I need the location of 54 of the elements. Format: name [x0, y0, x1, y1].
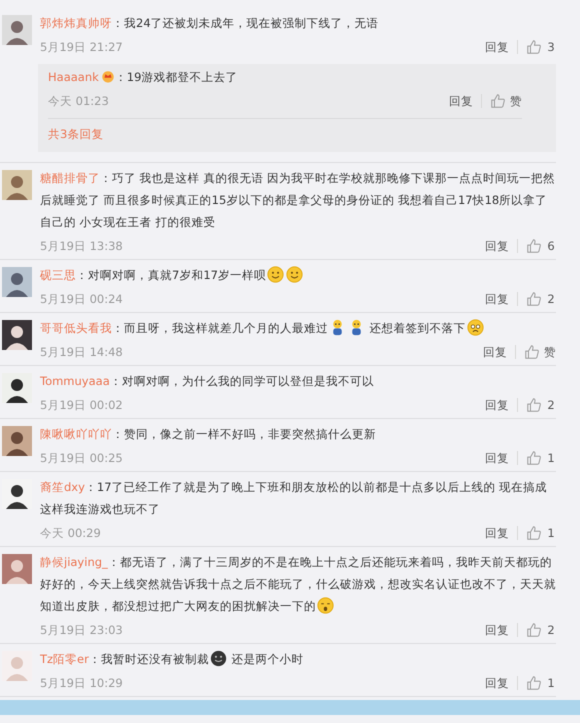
reply-button[interactable]: 回复	[485, 676, 509, 690]
comment-time: 5月19日 23:03	[40, 622, 123, 638]
comment-time: 今天 01:23	[48, 94, 109, 108]
thumbs-up-icon	[526, 450, 542, 466]
like-button[interactable]: 1	[526, 450, 556, 466]
comment-time: 5月19日 10:29	[40, 676, 123, 690]
like-button[interactable]: 3	[526, 39, 556, 55]
thumbs-up-icon	[526, 291, 542, 307]
comment-text: 裔笙dxy：17了已经工作了就是为了晚上下班和朋友放松的以前都是十点多以后上线的 现在搞成这样我连游戏也玩不了	[40, 479, 548, 518]
reply-button[interactable]: 回复	[485, 398, 509, 412]
smiley-icon	[266, 266, 284, 283]
thumbs-up-icon	[490, 93, 506, 109]
comment-time: 5月19日 00:02	[40, 398, 123, 412]
thumbs-up-icon	[526, 525, 542, 541]
comment-text: Tommuyaaa：对啊对啊，为什么我的同学可以登但是我不可以	[40, 373, 375, 390]
like-button[interactable]: 赞	[490, 93, 522, 109]
reply-button[interactable]: 回复	[485, 40, 509, 54]
comment-time: 5月19日 00:24	[40, 292, 123, 306]
worried-face-icon	[466, 319, 484, 336]
comment-text: Tz陌零er：我暂时还没有被制裁 还是两个小时	[40, 649, 305, 669]
comment-time: 今天 00:29	[40, 526, 101, 540]
reply-button[interactable]: 回复	[485, 622, 509, 638]
like-button[interactable]: 赞	[524, 344, 556, 360]
thumbs-up-icon	[524, 344, 540, 360]
thumbs-up-icon	[526, 622, 542, 638]
comment-text: 陳啾啾吖吖吖：赞同，像之前一样不好吗，非要突然搞什么更新	[40, 426, 377, 443]
like-button[interactable]: 1	[526, 675, 556, 691]
like-button[interactable]: 2	[526, 622, 556, 638]
comment-time: 5月19日 00:25	[40, 450, 123, 466]
thumbs-up-icon	[526, 39, 542, 55]
comment-text: 哥哥低头看我：而且呀，我这样就差几个月的人最难过 还想着签到不落下	[40, 317, 556, 339]
smiley-icon	[286, 266, 303, 283]
comment-text: Haaaank ：19游戏都登不上去了	[48, 68, 238, 86]
like-button[interactable]: 6	[526, 238, 556, 254]
reply-button[interactable]: 回复	[485, 292, 509, 306]
comment-time: 5月19日 21:27	[40, 40, 123, 54]
dark-smiley-icon	[210, 650, 227, 667]
reply-button[interactable]: 回复	[483, 344, 507, 360]
thumbs-up-icon	[526, 397, 542, 413]
comment-time: 5月19日 14:48	[40, 344, 123, 360]
comment-time: 5月19日 13:38	[40, 238, 123, 254]
comment-text: 糖醋排骨了：巧了 我也是这样 真的很无语 因为我平时在学校就那晚修下课那一点点时间玩一把然后就睡觉了 而且很多时候真正的15岁以下的都是拿父母的身份证的 我想着自己17快18所以拿了自己的 小女现在王者 打的很难受	[40, 170, 556, 231]
like-button[interactable]: 1	[526, 525, 556, 541]
thumbs-up-icon	[526, 675, 542, 691]
reply-button[interactable]: 回复	[485, 526, 509, 540]
comment-text: 静候jiaying_：都无语了，满了十三周岁的不是在晚上十点之后还能玩来着吗，我昨天前天都玩的好好的，今天上线突然就告诉我十点之后不能玩了，什么破游戏，想改实名认证也改不了，天天就知道出皮肤，都没想过把广大网友的困扰解决一下的	[40, 554, 556, 616]
thumbs-up-icon	[526, 238, 542, 254]
reply-button[interactable]: 回复	[449, 94, 473, 108]
reply-button[interactable]: 回复	[485, 450, 509, 466]
like-button[interactable]: 2	[526, 291, 556, 307]
comment-text: 郭炜炜真帅呀：我24了还被划未成年，现在被强制下线了，无语	[40, 15, 380, 32]
comment-text: 砚三思：对啊对啊，真就7岁和17岁一样呗	[40, 264, 556, 286]
like-button[interactable]: 2	[526, 397, 556, 413]
reply-button[interactable]: 回复	[485, 238, 509, 254]
